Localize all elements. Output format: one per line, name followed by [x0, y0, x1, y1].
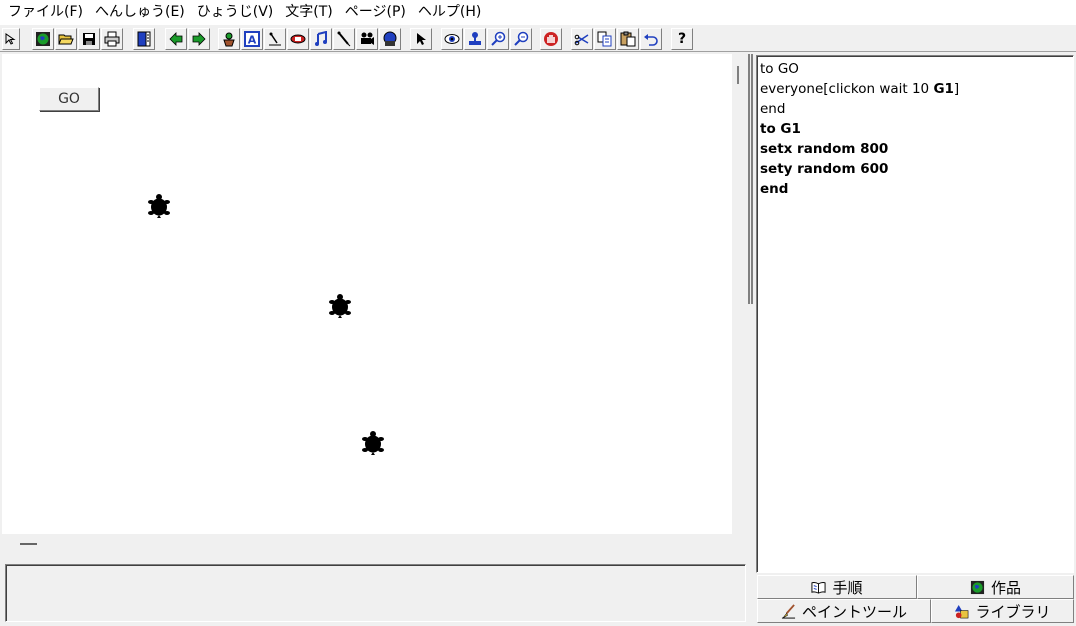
zoom-out-icon [514, 31, 529, 46]
eye-button[interactable] [441, 28, 463, 50]
save-button[interactable] [78, 28, 100, 50]
pointer-icon [417, 33, 426, 45]
tab-procedures[interactable]: 手順 [757, 575, 917, 599]
pages-icon [137, 31, 151, 47]
tab-paint-tool-label: ペイントツール [801, 602, 907, 621]
select-arrow-tool[interactable] [2, 28, 20, 50]
help-button[interactable]: ? [671, 28, 693, 50]
open-folder-icon [58, 34, 74, 45]
paste-icon [620, 31, 636, 47]
previous-page-button[interactable] [165, 28, 187, 50]
zoom-in-button[interactable] [487, 28, 509, 50]
turtle-icon [362, 431, 384, 455]
record-button[interactable] [379, 28, 401, 50]
tab-project-label: 作品 [990, 578, 1021, 597]
procedures-editor[interactable]: to GO everyone[clickon wait 10 G1] end t… [756, 55, 1074, 573]
menu-help[interactable]: ヘルプ(H) [412, 0, 487, 24]
turtle[interactable] [328, 293, 352, 319]
tab-library-label: ライブラリ [975, 602, 1051, 621]
svg-text:A: A [248, 34, 257, 47]
stage-canvas[interactable]: GO [2, 54, 732, 534]
tab-library[interactable]: ライブラリ [931, 599, 1074, 623]
record-icon [383, 31, 397, 46]
menu-text[interactable]: 文字(T) [279, 0, 338, 24]
splitter-grip-line [751, 54, 753, 304]
shape-icon [290, 34, 306, 44]
code-line[interactable]: end [760, 99, 1073, 119]
code-line[interactable]: end [760, 179, 1073, 199]
menu-bar: ファイル(F) へんしゅう(E) ひょうじ(V) 文字(T) ページ(P) ヘル… [0, 0, 1076, 24]
printer-icon [104, 31, 120, 47]
stamp-button[interactable] [464, 28, 486, 50]
copy-button[interactable] [594, 28, 616, 50]
stamp-icon [469, 32, 481, 45]
turtle[interactable] [147, 193, 171, 219]
splitter-grip-line [748, 54, 750, 304]
paintbrush-icon [781, 603, 796, 619]
stage-horizontal-scroll-marker[interactable] [20, 543, 37, 545]
zoom-in-icon [491, 31, 506, 46]
tab-paint-tool[interactable]: ペイントツール [757, 599, 931, 623]
library-shapes-icon [955, 604, 969, 618]
text-box-icon: A [244, 31, 260, 47]
turtle-icon [329, 294, 351, 318]
text-box-button[interactable]: A [241, 28, 263, 50]
command-center-input[interactable] [5, 564, 746, 622]
new-turtle-button[interactable] [218, 28, 240, 50]
select-arrow-icon [5, 33, 16, 45]
turtle-icon [148, 194, 170, 218]
globe-icon [970, 580, 985, 594]
next-page-button[interactable] [188, 28, 210, 50]
code-line[interactable]: to GO [760, 59, 1073, 79]
code-line[interactable]: everyone[clickon wait 10 G1] [760, 79, 1073, 99]
pen-icon [337, 31, 351, 47]
stage-scrollbar-thumb[interactable] [737, 66, 739, 84]
paste-button[interactable] [617, 28, 639, 50]
turtle-hatch-icon [223, 32, 235, 47]
copy-icon [597, 31, 612, 47]
undo-icon [644, 34, 658, 46]
slider-icon [269, 32, 281, 46]
go-button[interactable]: GO [39, 87, 99, 111]
zoom-out-button[interactable] [510, 28, 532, 50]
video-button[interactable] [356, 28, 378, 50]
help-question-icon: ? [677, 31, 687, 47]
music-button[interactable] [310, 28, 332, 50]
undo-button[interactable] [640, 28, 662, 50]
stage-scrollbar[interactable] [732, 54, 746, 534]
menu-edit[interactable]: へんしゅう(E) [89, 0, 191, 24]
book-icon [811, 581, 827, 594]
shape-button[interactable] [287, 28, 309, 50]
globe-icon [36, 32, 50, 46]
open-button[interactable] [55, 28, 77, 50]
menu-view[interactable]: ひょうじ(V) [191, 0, 280, 24]
menu-page[interactable]: ページ(P) [339, 0, 412, 24]
code-line[interactable]: to G1 [760, 119, 1073, 139]
slider-button[interactable] [264, 28, 286, 50]
video-camera-icon [361, 32, 374, 45]
menu-file[interactable]: ファイル(F) [2, 0, 89, 24]
tab-procedures-label: 手順 [832, 578, 863, 597]
cut-button[interactable] [571, 28, 593, 50]
code-line[interactable]: sety random 600 [760, 159, 1073, 179]
code-line[interactable]: setx random 800 [760, 139, 1073, 159]
pages-button[interactable] [133, 28, 155, 50]
turtle[interactable] [361, 430, 385, 456]
save-disk-icon [83, 33, 95, 45]
arrow-left-icon [169, 32, 183, 46]
pen-button[interactable] [333, 28, 355, 50]
scissors-icon [574, 34, 589, 46]
tab-project[interactable]: 作品 [917, 575, 1074, 599]
pointer-button[interactable] [410, 28, 432, 50]
arrow-right-icon [192, 32, 206, 46]
project-button[interactable] [32, 28, 54, 50]
stop-hand-icon [544, 32, 558, 46]
stop-button[interactable] [540, 28, 562, 50]
music-note-icon [315, 31, 327, 46]
toolbar: A ? [0, 24, 1076, 52]
pane-splitter[interactable] [746, 54, 756, 626]
print-button[interactable] [101, 28, 123, 50]
eye-icon [444, 34, 460, 44]
